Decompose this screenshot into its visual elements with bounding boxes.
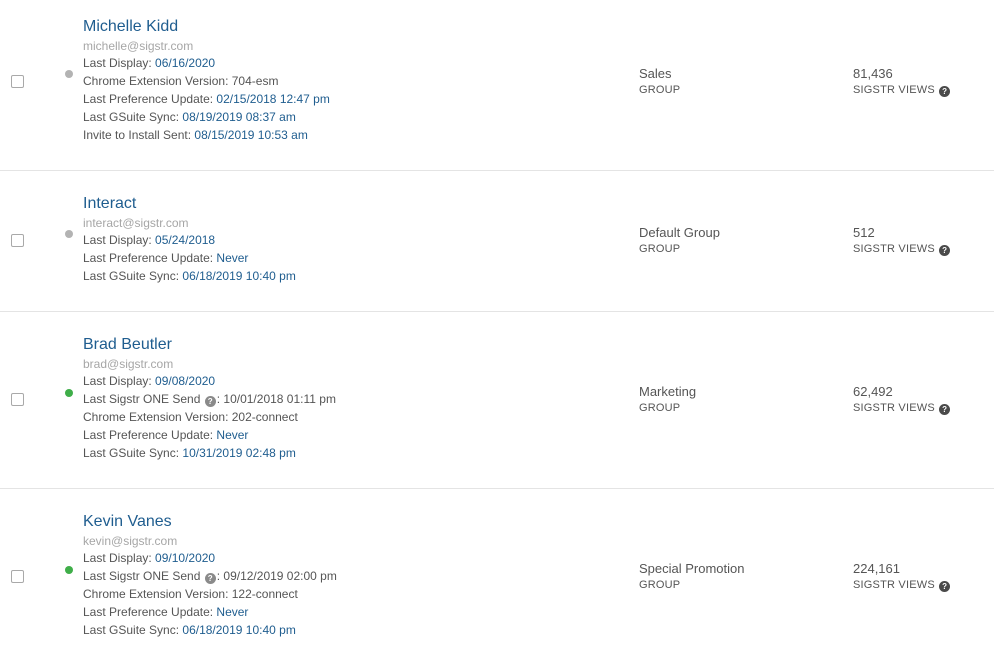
user-name-link[interactable]: Kevin Vanes [83,512,337,532]
user-row: Michelle Kidd michelle@sigstr.com Last D… [0,0,994,171]
user-info: Brad Beutler brad@sigstr.com Last Displa… [83,335,336,462]
row-select-checkbox[interactable] [11,234,24,247]
last-display: Last Display: 09/08/2020 [83,374,216,388]
group-label: GROUP [639,579,681,591]
row-select-checkbox[interactable] [11,393,24,406]
group-name: Marketing [639,384,697,399]
views-cell: 512 SIGSTR VIEWS ? [853,224,951,258]
last-preference-update: Last Preference Update: Never [83,251,249,265]
status-indicator [65,230,73,238]
last-preference-update: Last Preference Update: Never [83,605,249,619]
views-label: SIGSTR VIEWS ? [853,577,951,594]
user-name-link[interactable]: Interact [83,194,296,214]
group-name: Special Promotion [639,561,745,576]
views-cell: 224,161 SIGSTR VIEWS ? [853,560,951,594]
views-label: SIGSTR VIEWS ? [853,400,951,417]
last-preference-update: Last Preference Update: Never [83,428,249,442]
last-display: Last Display: 09/10/2020 [83,551,216,565]
last-gsuite-sync: Last GSuite Sync: 06/18/2019 10:40 pm [83,623,296,637]
chrome-extension-version: Chrome Extension Version: 202-connect [83,410,298,424]
user-list: Michelle Kidd michelle@sigstr.com Last D… [0,0,994,661]
user-row: Interact interact@sigstr.com Last Displa… [0,171,994,312]
help-icon[interactable]: ? [939,245,951,256]
chrome-extension-version: Chrome Extension Version: 704-esm [83,74,279,88]
help-icon[interactable]: ? [939,581,951,592]
user-name-link[interactable]: Michelle Kidd [83,17,330,37]
user-row: Brad Beutler brad@sigstr.com Last Displa… [0,312,994,489]
last-sigstr-one-send: Last Sigstr ONE Send ?: 10/01/2018 01:11… [83,392,336,407]
chrome-extension-version: Chrome Extension Version: 122-connect [83,587,298,601]
user-row: Kevin Vanes kevin@sigstr.com Last Displa… [0,489,994,661]
row-select-checkbox[interactable] [11,570,24,583]
last-display: Last Display: 05/24/2018 [83,233,216,247]
status-indicator [65,566,73,574]
views-count: 81,436 [853,66,893,81]
group-name: Default Group [639,225,720,240]
invite-to-install-sent: Invite to Install Sent: 08/15/2019 10:53… [83,128,308,142]
last-preference-update: Last Preference Update: 02/15/2018 12:47… [83,92,330,106]
user-info: Kevin Vanes kevin@sigstr.com Last Displa… [83,512,337,639]
user-email: kevin@sigstr.com [83,534,178,548]
group-cell: Sales GROUP [639,65,680,99]
group-cell: Special Promotion GROUP [639,560,745,594]
views-count: 512 [853,225,875,240]
user-email: michelle@sigstr.com [83,39,194,53]
last-gsuite-sync: Last GSuite Sync: 06/18/2019 10:40 pm [83,269,296,283]
views-cell: 62,492 SIGSTR VIEWS ? [853,383,951,417]
user-info: Michelle Kidd michelle@sigstr.com Last D… [83,17,330,144]
group-name: Sales [639,66,672,81]
status-indicator [65,70,73,78]
group-label: GROUP [639,402,681,414]
last-display: Last Display: 06/16/2020 [83,56,216,70]
help-icon[interactable]: ? [204,396,216,407]
views-cell: 81,436 SIGSTR VIEWS ? [853,65,951,99]
last-gsuite-sync: Last GSuite Sync: 08/19/2019 08:37 am [83,110,296,124]
row-select-checkbox[interactable] [11,75,24,88]
views-label: SIGSTR VIEWS ? [853,82,951,99]
status-indicator [65,389,73,397]
help-icon[interactable]: ? [939,404,951,415]
user-info: Interact interact@sigstr.com Last Displa… [83,194,296,285]
user-name-link[interactable]: Brad Beutler [83,335,336,355]
views-count: 62,492 [853,384,893,399]
last-sigstr-one-send: Last Sigstr ONE Send ?: 09/12/2019 02:00… [83,569,337,584]
group-cell: Default Group GROUP [639,224,720,258]
last-gsuite-sync: Last GSuite Sync: 10/31/2019 02:48 pm [83,446,296,460]
user-email: interact@sigstr.com [83,216,189,230]
help-icon[interactable]: ? [204,573,216,584]
help-icon[interactable]: ? [939,86,951,97]
group-cell: Marketing GROUP [639,383,696,417]
views-count: 224,161 [853,561,900,576]
views-label: SIGSTR VIEWS ? [853,241,951,258]
group-label: GROUP [639,84,681,96]
user-email: brad@sigstr.com [83,357,174,371]
group-label: GROUP [639,243,681,255]
